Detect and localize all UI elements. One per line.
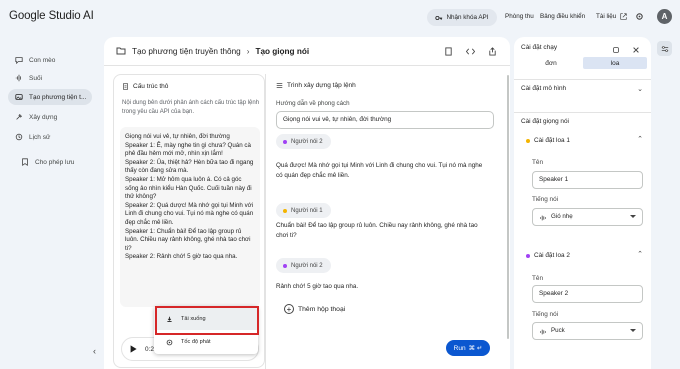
save-prompt-icon[interactable] [444, 47, 453, 56]
style-instruction-input[interactable]: Giọng nói vui vẻ, tự nhiên, đời thường [276, 111, 494, 129]
gear-icon[interactable] [635, 12, 644, 21]
speaker-mode-tabs: đơn loa [519, 57, 647, 69]
list-icon [276, 83, 283, 88]
get-api-key-label: Nhận khóa API [446, 14, 489, 21]
model-settings-section[interactable]: Cài đặt mô hình ⌄ [514, 79, 651, 97]
sidebar-item-label: Suối [29, 74, 43, 82]
main-panel: Tạo phương tiện truyền thông › Tạo giọng… [104, 37, 510, 369]
header-divider [104, 65, 510, 66]
speaker-2-voice-select[interactable]: Puck [532, 322, 643, 340]
chevron-down-icon: ⌄ [637, 85, 643, 93]
script-builder-panel: Trình xây dựng tập lệnh Hướng dẫn về pho… [266, 74, 504, 368]
page-title: Tạo giọng nói [255, 46, 310, 56]
top-bar: Google Studio AI Nhận khóa API Phòng thu… [0, 0, 680, 34]
toggle-settings-button[interactable] [657, 41, 672, 56]
sidebar-item-label: Tạo phương tiện t... [29, 93, 87, 101]
share-icon[interactable] [488, 47, 497, 56]
playground-link[interactable]: Phòng thu [505, 13, 534, 20]
speed-icon [166, 339, 173, 345]
copy-icon[interactable] [612, 46, 620, 54]
run-settings-panel: Cài đặt chạy đơn loa Cài đặt mô hình ⌄ C… [514, 37, 651, 369]
external-link-icon [620, 13, 627, 20]
dropdown-caret-icon [630, 329, 636, 332]
chevron-left-icon: ‹ [93, 345, 96, 356]
raw-structure-text: Giọng nói vui vẻ, tự nhiên, đời thường S… [120, 127, 260, 307]
close-icon[interactable] [632, 46, 640, 54]
dialog-line-3[interactable]: Rảnh chớ! 5 giờ tao qua nha. [276, 282, 486, 292]
chevron-up-icon[interactable]: ⌃ [637, 135, 643, 143]
voice-icon [540, 215, 546, 221]
get-api-key-button[interactable]: Nhận khóa API [427, 9, 497, 26]
sidebar-item-label: Con mèo [29, 56, 56, 64]
sidebar-item-history[interactable]: Lịch sử [8, 129, 92, 145]
plus-icon: + [284, 304, 294, 314]
media-icon [15, 94, 23, 100]
speaker-1-dot [526, 138, 530, 143]
speaker-1-dot [283, 208, 287, 213]
folder-icon [116, 47, 126, 55]
breadcrumb-parent[interactable]: Tạo phương tiện truyền thông [132, 47, 241, 56]
chevron-up-icon[interactable]: ⌃ [637, 250, 643, 258]
tune-icon [661, 45, 668, 52]
run-settings-title: Cài đặt chạy [521, 44, 558, 51]
save-icon [22, 158, 28, 166]
speaker-2-voice-label: Tiếng nói [532, 311, 559, 318]
sidebar-item-label: Cho phép lưu [35, 158, 75, 166]
keyboard-shortcut-icon: ⌘ ↵ [468, 345, 483, 352]
app-logo[interactable]: Google Studio AI [9, 10, 94, 22]
dialog-line-2[interactable]: Chuẩn bài! Để tao lập group rủ luôn. Chi… [276, 221, 486, 240]
sidebar-item-save[interactable]: Cho phép lưu [14, 154, 98, 170]
voice-icon [540, 329, 546, 335]
voice-settings-section[interactable]: Cài đặt giọng nói [514, 112, 651, 130]
download-highlight-box [155, 306, 259, 335]
speaker-1-name-label: Tên [532, 159, 544, 166]
sidebar-item-chat[interactable]: Con mèo [8, 52, 92, 68]
speaker-chip-2[interactable]: Người nói 2 [276, 134, 331, 149]
avatar[interactable]: A [657, 9, 672, 24]
play-icon[interactable] [127, 343, 139, 355]
tab-multi-speaker[interactable]: loa [583, 57, 647, 69]
sidebar-item-label: Xây dựng [29, 113, 58, 121]
key-icon [435, 15, 443, 20]
history-icon [15, 133, 23, 141]
speaker-2-dot [283, 263, 287, 268]
dropdown-caret-icon [630, 215, 636, 218]
speaker-1-voice-select[interactable]: Gió nhẹ [532, 208, 643, 226]
speaker-2-settings-title[interactable]: Cài đặt loa 2 [526, 252, 570, 259]
build-icon [16, 114, 22, 120]
script-builder-title: Trình xây dựng tập lệnh [276, 82, 356, 89]
dialog-line-1[interactable]: Quá được! Mà nhớ gọi tụi Minh với Linh đ… [276, 161, 486, 180]
speaker-2-name-input[interactable]: Speaker 2 [532, 285, 643, 303]
speaker-2-dot [283, 139, 287, 144]
speaker-chip-1[interactable]: Người nói 1 [276, 203, 331, 218]
speaker-1-name-input[interactable]: Speaker 1 [532, 171, 643, 189]
run-button[interactable]: Run ⌘ ↵ [446, 340, 490, 356]
sidebar-item-label: Lịch sử [29, 133, 51, 141]
document-icon [123, 83, 128, 90]
speaker-chip-2b[interactable]: Người nói 2 [276, 258, 331, 273]
sidebar-item-build[interactable]: Xây dựng [8, 109, 92, 125]
chat-icon [15, 57, 23, 64]
raw-structure-description: Nội dung bên dưới phản ánh cách cấu trúc… [122, 100, 260, 115]
speaker-1-settings-title[interactable]: Cài đặt loa 1 [526, 137, 570, 144]
docs-link[interactable]: Tài liệu [596, 13, 616, 20]
main-scrollbar[interactable] [507, 75, 509, 339]
add-dialog-button[interactable]: + Thêm hộp thoại [284, 304, 345, 314]
raw-structure-title: Cấu trúc thô [122, 83, 168, 90]
speaker-1-voice-label: Tiếng nói [532, 196, 559, 203]
speaker-2-dot [526, 253, 530, 258]
breadcrumb: Tạo phương tiện truyền thông › Tạo giọng… [116, 46, 309, 56]
speaker-2-name-label: Tên [532, 275, 544, 282]
dashboard-link[interactable]: Bảng điều khiển [540, 13, 585, 20]
stream-icon [15, 74, 21, 82]
style-instruction-label: Hướng dẫn về phong cách [276, 100, 350, 107]
sidebar-item-media[interactable]: Tạo phương tiện t... [8, 89, 92, 105]
breadcrumb-separator: › [246, 46, 250, 56]
collapse-sidebar-button[interactable]: ‹ [89, 345, 100, 356]
sidebar-item-stream[interactable]: Suối [8, 70, 92, 86]
code-icon[interactable] [466, 47, 475, 56]
tab-single-speaker[interactable]: đơn [519, 57, 583, 69]
